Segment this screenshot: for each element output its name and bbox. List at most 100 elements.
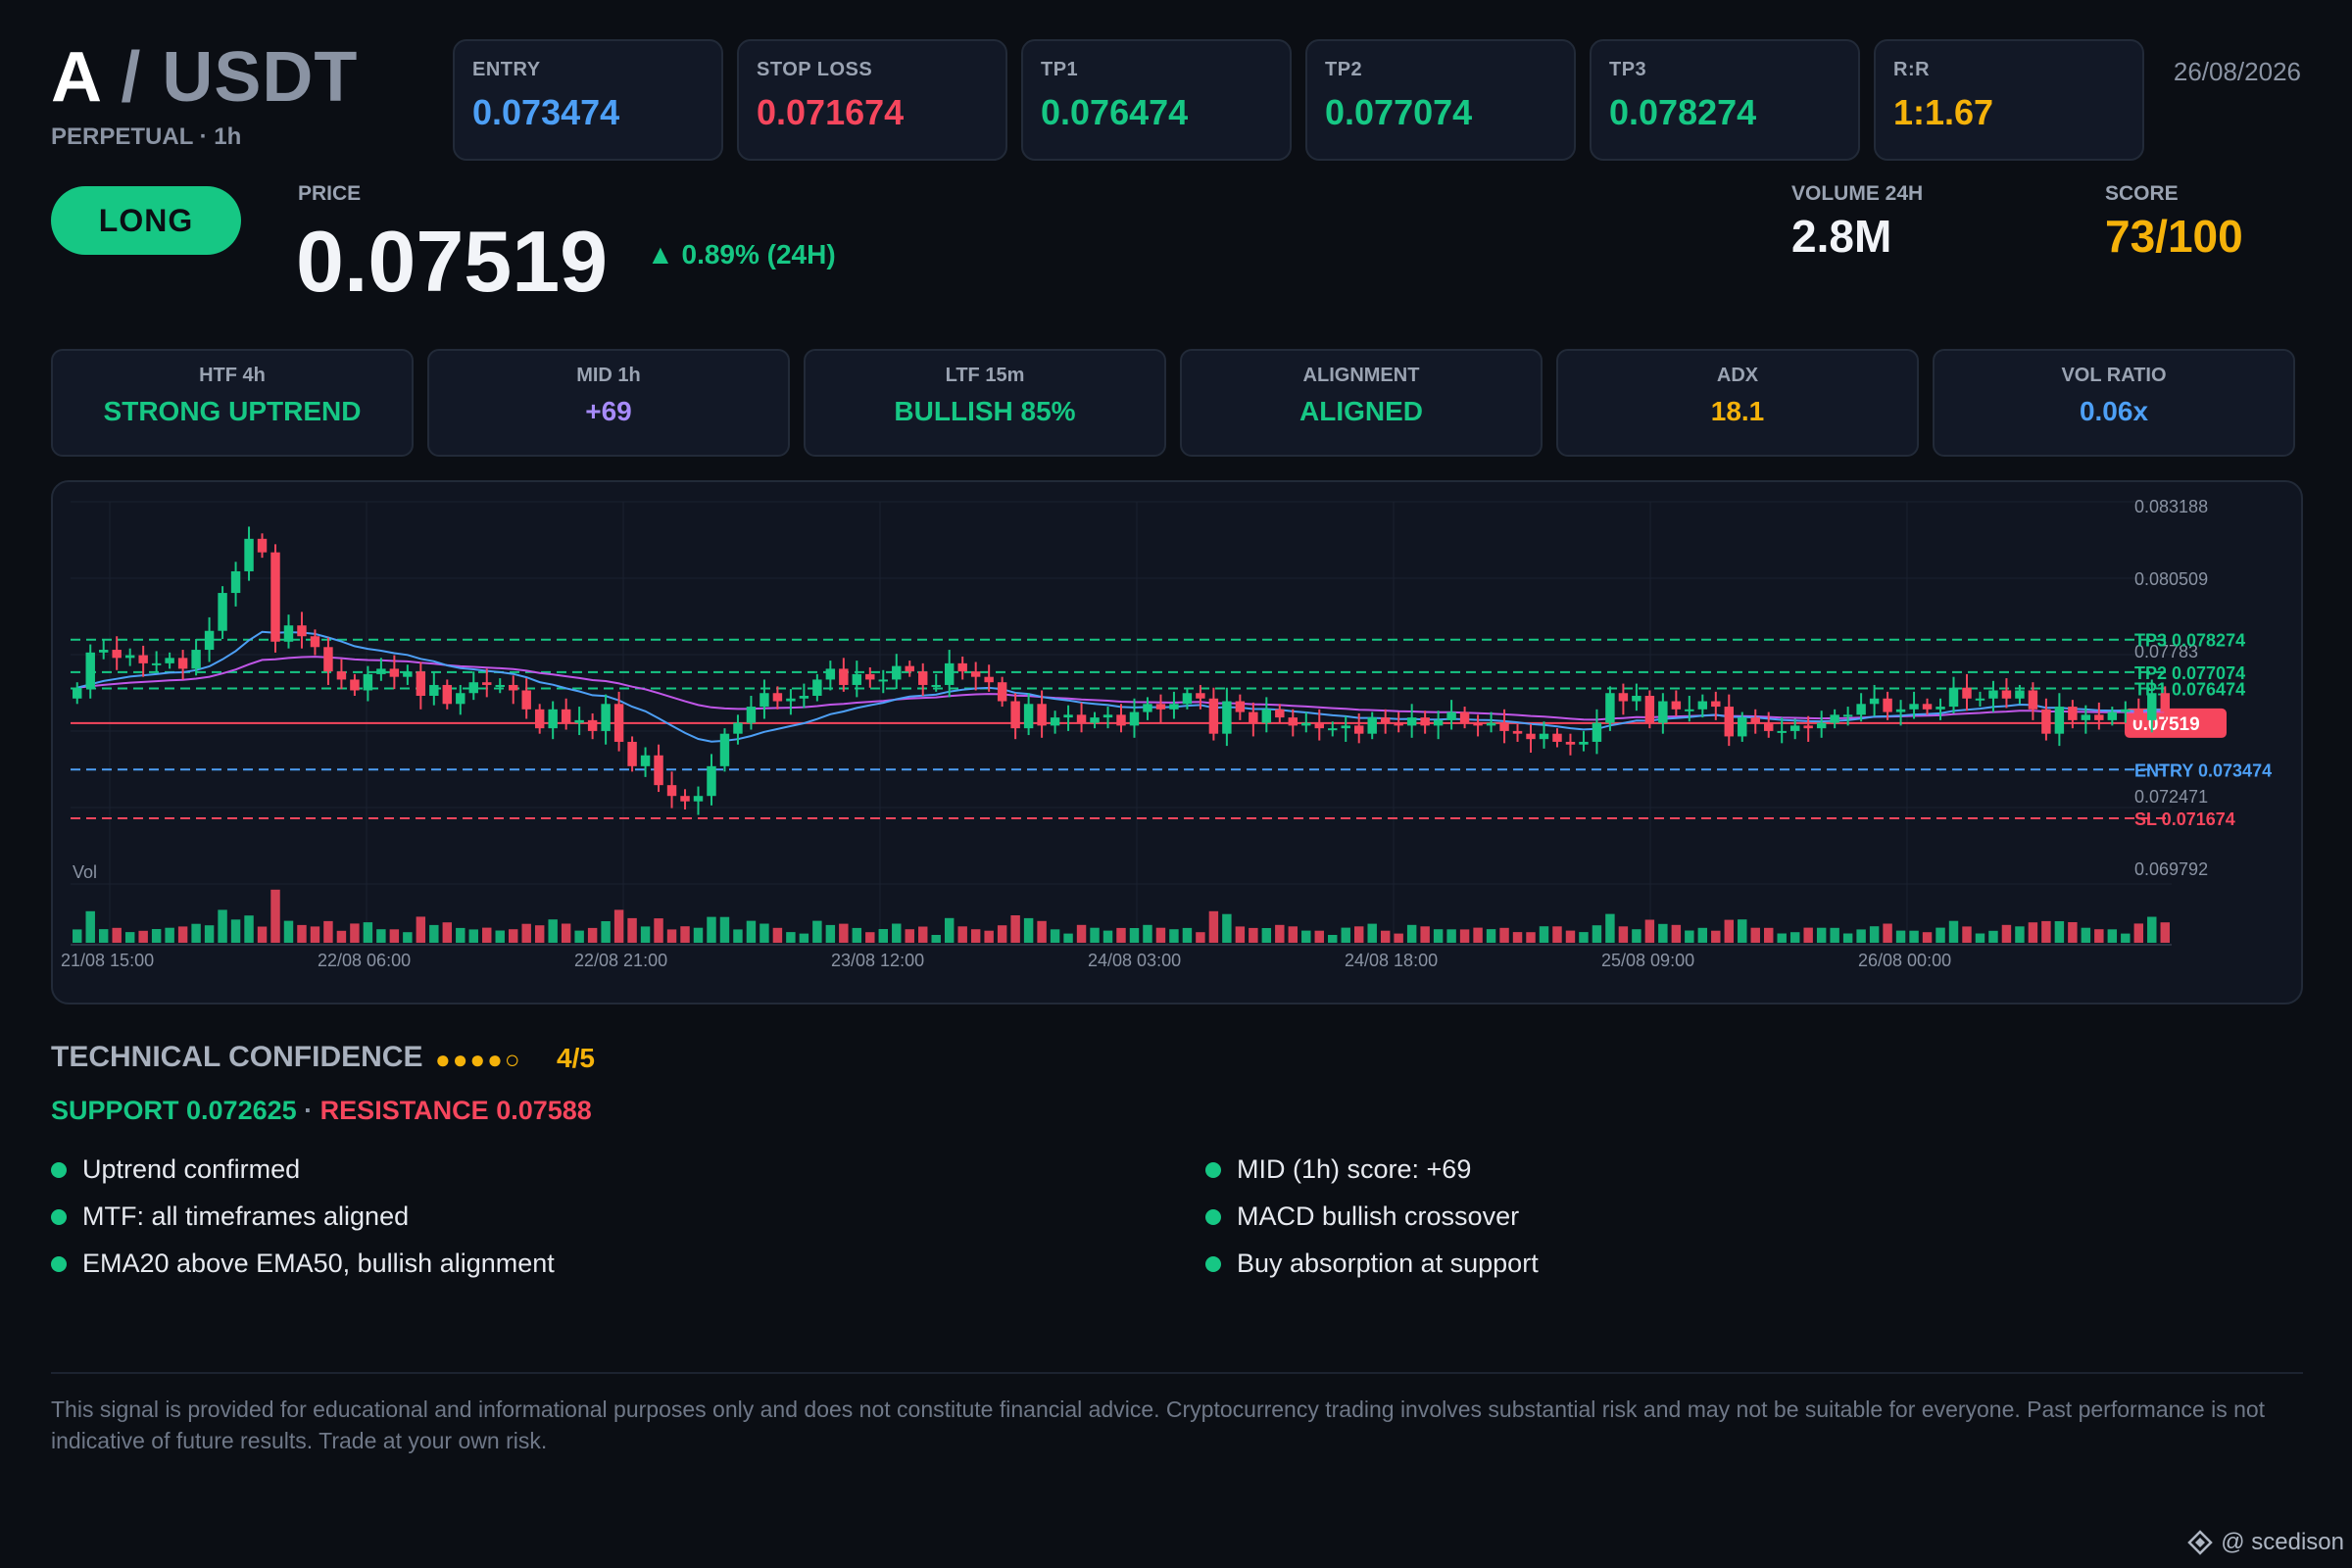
y-tick-label: 0.072471 (2134, 787, 2208, 807)
score-label: SCORE (2105, 182, 2179, 205)
volume-bar (1433, 929, 1444, 943)
volume-bar (1314, 930, 1324, 943)
candle-body (1869, 698, 1880, 705)
candle-body (416, 671, 426, 697)
candle-body (1777, 730, 1787, 733)
volume-bar (270, 889, 280, 943)
volume-bar (1499, 927, 1509, 943)
y-tick-label: 0.080509 (2134, 569, 2208, 589)
candle-body (2147, 693, 2157, 720)
candle-body (1420, 717, 1430, 726)
volume-bar (1962, 926, 1972, 943)
pair-base: A (51, 38, 101, 117)
htf-value: STRONG UPTREND (103, 396, 362, 426)
candle-body (257, 538, 268, 553)
stop-loss-card: STOP LOSS 0.071674 (737, 39, 1007, 161)
candle-body (509, 684, 518, 691)
volume-bar (1948, 920, 1959, 943)
candle-body (931, 684, 941, 687)
candle-body (1764, 722, 1774, 731)
candle-body (98, 650, 109, 653)
candle-body (918, 671, 928, 685)
candle-body (1685, 709, 1694, 711)
reason-text: MACD bullish crossover (1237, 1201, 1520, 1231)
reason-item: Uptrend confirmed (51, 1154, 300, 1185)
author-handle-text: @ scedison (2221, 1529, 2344, 1555)
confidence-dots: ●●●●○ (435, 1045, 522, 1074)
volume-bar (1618, 926, 1629, 943)
volume-bar (151, 929, 162, 943)
candle-body (2107, 711, 2118, 720)
volume-bar (1249, 927, 1258, 943)
volume-bar (1486, 929, 1496, 943)
candle-body (177, 658, 188, 669)
candle-body (1697, 701, 1708, 710)
volume-bar (1764, 927, 1774, 943)
reason-item: Buy absorption at support (1205, 1249, 1539, 1279)
x-tick-label: 21/08 15:00 (61, 951, 154, 970)
volume-bar (640, 926, 651, 943)
volume-bar (1169, 929, 1179, 943)
candle-body (548, 709, 558, 729)
volume-bar (323, 920, 333, 943)
volume-bar (2081, 927, 2091, 943)
volume-bar (1196, 932, 1205, 943)
volume-bar (1328, 935, 1338, 943)
x-tick-label: 26/08 00:00 (1858, 951, 1951, 970)
candle-body (944, 662, 955, 685)
volume-bar (1526, 932, 1536, 943)
volume-bar (495, 930, 505, 943)
candle-body (482, 682, 492, 685)
volume-bar (283, 920, 294, 943)
bullet-icon (51, 1208, 67, 1225)
volume-bar (1644, 919, 1655, 943)
candle-body (892, 665, 902, 680)
volume-bar (2160, 922, 2170, 943)
candle-body (2054, 707, 2065, 734)
candle-body (1512, 730, 1523, 734)
volume-bar (456, 927, 466, 943)
candle-body (1063, 714, 1073, 718)
candle-body (1803, 725, 1813, 729)
candle-body (323, 647, 333, 672)
level-label: ENTRY 0.073474 (2134, 760, 2272, 780)
volume-bar (680, 926, 690, 943)
volume-bar (1869, 926, 1880, 943)
volume-bar (931, 935, 941, 943)
reason-text: MID (1h) score: +69 (1237, 1154, 1472, 1184)
candle-body (1936, 707, 1945, 710)
candle-body (627, 741, 637, 766)
risk-reward-card: R:R 1:1.67 (1874, 39, 2144, 161)
reason-item: EMA20 above EMA50, bullish alignment (51, 1249, 555, 1279)
x-tick-label: 25/08 09:00 (1601, 951, 1694, 970)
candle-body (521, 690, 531, 710)
candle-body (1895, 709, 1906, 712)
tp1-value: 0.076474 (1041, 92, 1189, 132)
current-price: 0.07519 (296, 213, 609, 310)
candle-body (601, 704, 611, 731)
candle-body (1433, 719, 1444, 726)
volume-bar (719, 916, 730, 943)
candle-body (1446, 711, 1456, 720)
candle-body (1182, 693, 1193, 705)
support-level: SUPPORT 0.072625 (51, 1096, 297, 1125)
volume-bar (1446, 929, 1456, 943)
candle-body (218, 593, 227, 631)
volume-bar (442, 922, 453, 943)
market-subtitle: PERPETUAL · 1h (51, 123, 242, 150)
level-label: SL 0.071674 (2134, 809, 2235, 829)
candle-body (1842, 714, 1853, 717)
volume-bar (1988, 930, 1998, 943)
volume-bar (138, 930, 148, 943)
volume-bar (191, 923, 201, 943)
volume-bar (1565, 930, 1576, 943)
volume-bar (1579, 932, 1589, 943)
candle-body (244, 538, 254, 571)
candle-body (1579, 741, 1589, 745)
confidence-title: TECHNICAL CONFIDENCE (51, 1041, 423, 1073)
candle-body (1037, 704, 1047, 726)
candle-body (310, 636, 320, 648)
candle-body (1010, 701, 1020, 729)
candle-body (1394, 722, 1403, 726)
volume-bar (112, 927, 122, 943)
